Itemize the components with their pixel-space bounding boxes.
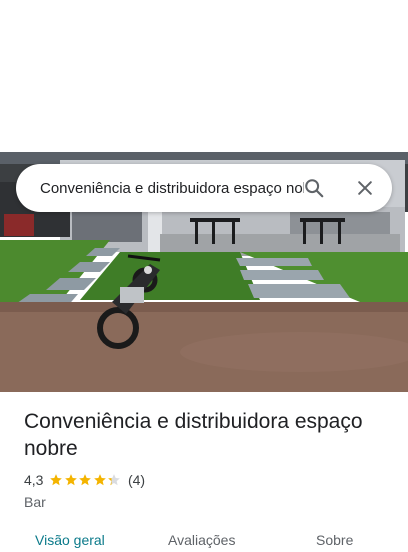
search-icon[interactable] bbox=[298, 172, 330, 204]
tab-overview[interactable]: Visão geral bbox=[35, 532, 105, 548]
star-icon bbox=[94, 474, 106, 486]
tab-reviews[interactable]: Avaliações bbox=[168, 532, 235, 548]
close-icon[interactable] bbox=[349, 172, 381, 204]
star-icon bbox=[65, 474, 77, 486]
review-count[interactable]: (4) bbox=[128, 472, 145, 488]
search-input[interactable] bbox=[40, 164, 304, 212]
place-category[interactable]: Bar bbox=[24, 494, 394, 510]
tab-about[interactable]: Sobre bbox=[316, 532, 353, 548]
tab-bar: Visão geral Avaliações Sobre bbox=[0, 528, 408, 552]
star-rating bbox=[49, 473, 122, 487]
search-bar bbox=[16, 164, 392, 212]
place-info: Conveniência e distribuidora espaço nobr… bbox=[24, 408, 394, 510]
star-icon bbox=[50, 474, 63, 486]
rating-row[interactable]: 4,3 (4) bbox=[24, 472, 394, 488]
star-icon bbox=[108, 474, 121, 486]
rating-value: 4,3 bbox=[24, 472, 44, 488]
place-title: Conveniência e distribuidora espaço nobr… bbox=[24, 410, 363, 460]
star-icon bbox=[79, 474, 92, 486]
